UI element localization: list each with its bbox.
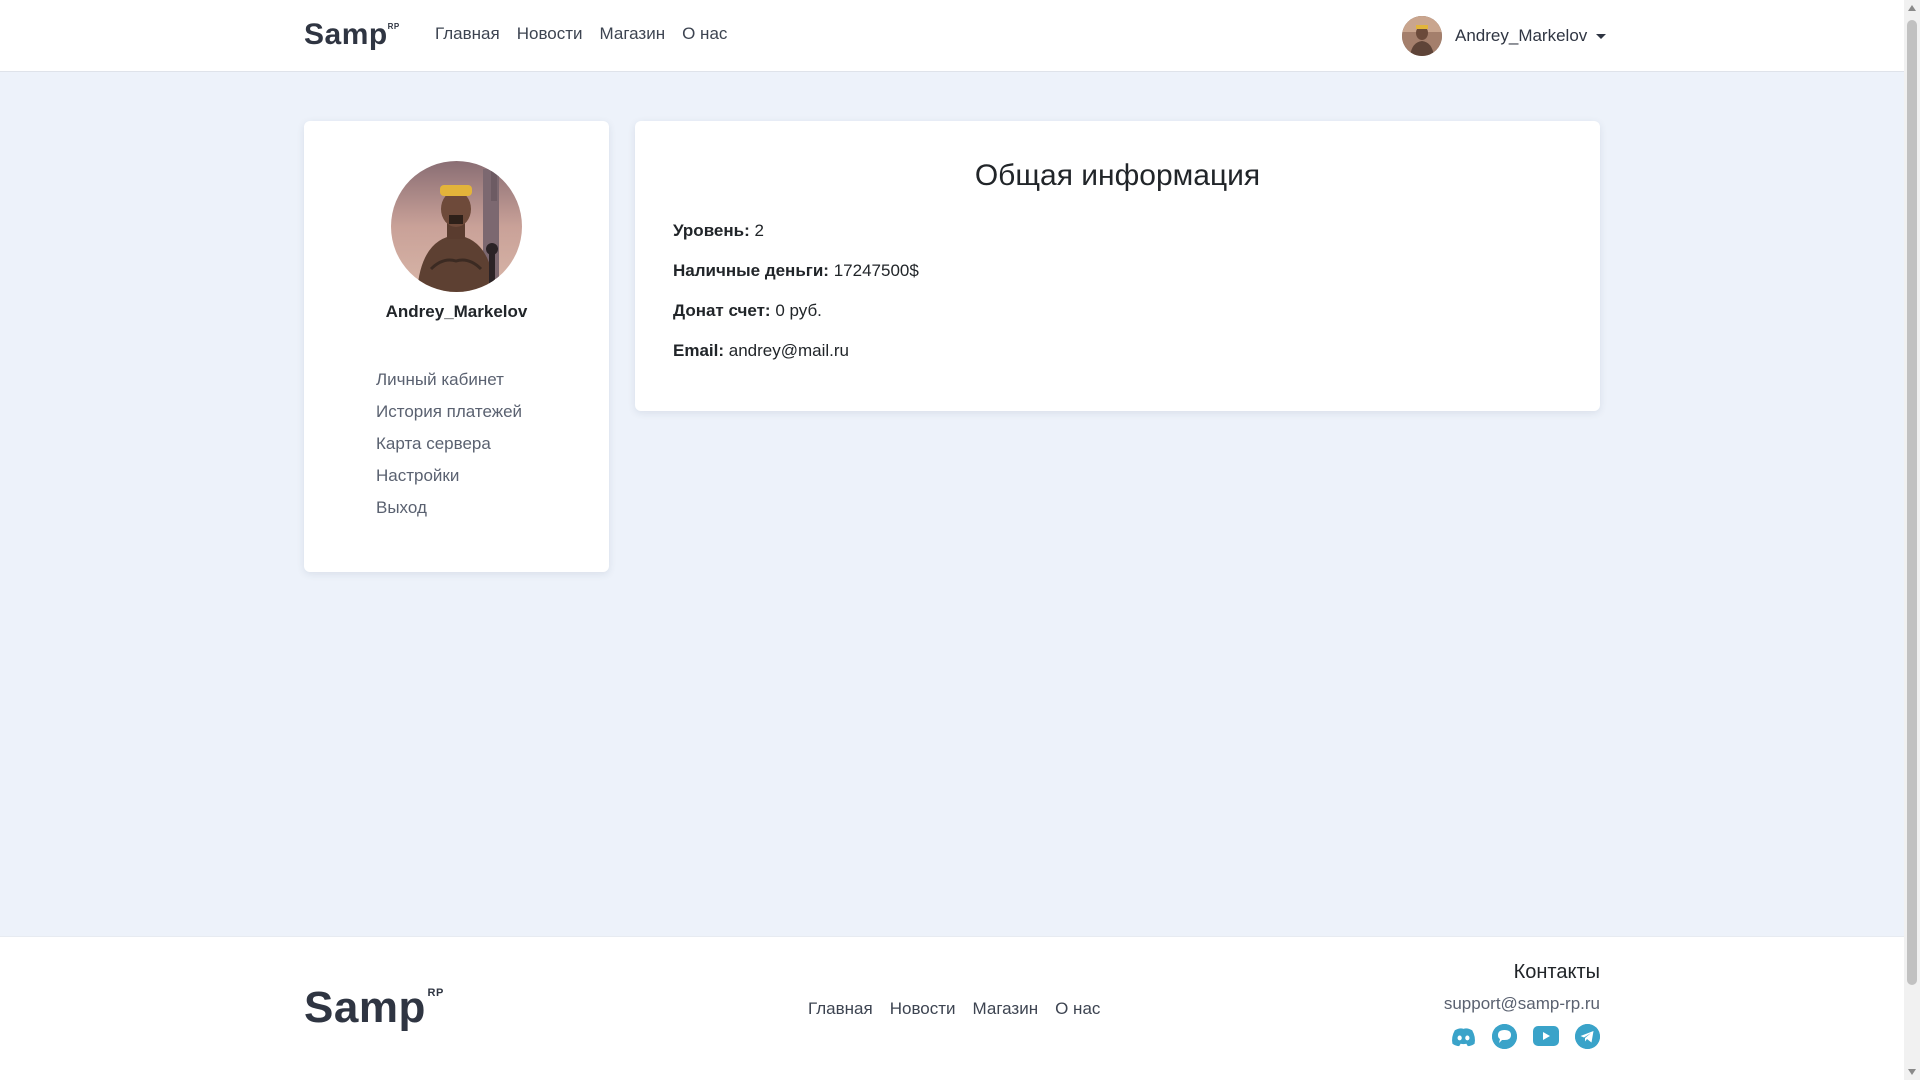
footer-link-home[interactable]: Главная xyxy=(808,999,873,1019)
menu-item-payment-history[interactable]: История платежей xyxy=(376,396,522,428)
contacts-title: Контакты xyxy=(1513,961,1600,983)
top-navbar: Samp RP Главная Новости Магазин О нас An… xyxy=(0,0,1904,72)
footer-link-news[interactable]: Новости xyxy=(890,999,956,1019)
profile-avatar xyxy=(391,161,522,292)
info-value: 17247500$ xyxy=(833,261,919,280)
scroll-up-icon[interactable] xyxy=(1908,5,1916,11)
footer-link-about[interactable]: О нас xyxy=(1055,999,1100,1019)
header-logo-text: Samp xyxy=(304,18,388,51)
info-value: andrey@mail.ru xyxy=(728,341,850,360)
menu-item-account[interactable]: Личный кабинет xyxy=(376,364,522,396)
info-row-level: Уровень: 2 xyxy=(673,211,919,251)
page-scrollbar[interactable] xyxy=(1904,0,1920,1080)
nav-link-news[interactable]: Новости xyxy=(517,24,583,44)
user-avatar xyxy=(1402,16,1442,56)
menu-item-server-map[interactable]: Карта сервера xyxy=(376,428,522,460)
user-name: Andrey_Markelov xyxy=(1455,26,1588,45)
general-info-card: Общая информация Уровень: 2 Наличные ден… xyxy=(635,121,1600,411)
discord-icon[interactable] xyxy=(1451,1024,1476,1049)
footer-logo[interactable]: Samp RP xyxy=(304,983,443,1033)
footer-link-shop[interactable]: Магазин xyxy=(973,999,1039,1019)
footer-logo-sup: RP xyxy=(427,987,444,999)
info-row-cash: Наличные деньги: 17247500$ xyxy=(673,251,919,291)
chat-icon[interactable] xyxy=(1492,1024,1517,1049)
contacts: Контакты support@samp-rp.ru xyxy=(1444,961,1600,1049)
menu-item-settings[interactable]: Настройки xyxy=(376,460,522,492)
social-links xyxy=(1444,1024,1600,1049)
info-label: Уровень: xyxy=(673,221,750,240)
header-nav: Главная Новости Магазин О нас xyxy=(435,24,727,44)
info-row-donate-balance: Донат счет: 0 руб. xyxy=(673,291,919,331)
youtube-icon[interactable] xyxy=(1533,1026,1559,1046)
info-title: Общая информация xyxy=(974,159,1261,192)
footer-logo-text: Samp xyxy=(304,983,426,1032)
scroll-down-icon[interactable] xyxy=(1908,1069,1916,1075)
nav-link-about[interactable]: О нас xyxy=(682,24,727,44)
footer: Samp RP Главная Новости Магазин О нас Ко… xyxy=(0,936,1904,1080)
info-label: Email: xyxy=(673,341,725,360)
info-rows: Уровень: 2 Наличные деньги: 17247500$ До… xyxy=(673,211,919,371)
footer-nav: Главная Новости Магазин О нас xyxy=(808,999,1100,1019)
page: Samp RP Главная Новости Магазин О нас An… xyxy=(0,0,1920,1080)
contacts-email[interactable]: support@samp-rp.ru xyxy=(1444,994,1600,1014)
profile-menu: Личный кабинет История платежей Карта се… xyxy=(376,364,522,524)
header-logo[interactable]: Samp RP xyxy=(304,18,399,52)
info-row-email: Email: andrey@mail.ru xyxy=(673,331,919,371)
info-value: 2 xyxy=(754,221,764,240)
profile-name: Andrey_Markelov xyxy=(385,302,528,321)
nav-link-shop[interactable]: Магазин xyxy=(600,24,666,44)
user-dropdown-toggle[interactable]: Andrey_Markelov xyxy=(1402,16,1607,56)
info-label: Донат счет: xyxy=(673,301,771,320)
header-logo-sup: RP xyxy=(387,22,400,31)
chevron-down-icon xyxy=(1596,33,1607,39)
scrollbar-thumb[interactable] xyxy=(1907,20,1917,985)
info-value: 0 руб. xyxy=(775,301,822,320)
telegram-icon[interactable] xyxy=(1575,1024,1600,1049)
nav-link-home[interactable]: Главная xyxy=(435,24,500,44)
menu-item-logout[interactable]: Выход xyxy=(376,492,522,524)
info-label: Наличные деньги: xyxy=(673,261,829,280)
profile-card: Andrey_Markelov Личный кабинет История п… xyxy=(304,121,609,572)
